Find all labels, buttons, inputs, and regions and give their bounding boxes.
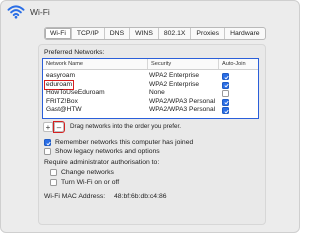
title-bar: Wi-Fi <box>1 1 299 23</box>
mac-address-value: 48:bf:6b:db:c4:86 <box>114 193 167 200</box>
tab-tcpip[interactable]: TCP/IP <box>72 28 105 39</box>
table-row[interactable]: HowToUseEduroam None <box>43 89 258 98</box>
tab-wins[interactable]: WINS <box>130 28 159 39</box>
checkmark-icon <box>223 75 229 79</box>
tab-wifi[interactable]: Wi-Fi <box>45 28 72 39</box>
remember-networks-label: Remember networks this computer has join… <box>55 139 194 146</box>
autojoin-checkbox[interactable] <box>222 73 229 80</box>
network-security: WPA2 Enterprise <box>149 72 200 79</box>
network-name: FRITZ!Box <box>46 97 78 105</box>
change-networks-option[interactable]: Change networks <box>50 168 114 177</box>
checkmark-icon <box>45 141 51 145</box>
legacy-networks-option[interactable]: Show legacy networks and options <box>44 147 160 156</box>
preferred-networks-table: Network Name Security Auto-Join easyroam… <box>42 58 259 119</box>
network-security: WPA2 Enterprise <box>149 80 200 88</box>
network-settings-window: Wi-Fi Wi-Fi TCP/IP DNS WINS 802.1X Proxi… <box>0 0 300 233</box>
network-name: easyroam <box>46 72 75 79</box>
network-security: WPA2/WPA3 Personal <box>149 106 216 113</box>
tab-hardware[interactable]: Hardware <box>225 28 264 39</box>
remember-networks-option[interactable]: Remember networks this computer has join… <box>44 138 193 147</box>
tab-8021x[interactable]: 802.1X <box>159 28 192 39</box>
change-networks-label: Change networks <box>61 169 114 176</box>
checkmark-icon <box>223 109 229 113</box>
autojoin-checkbox[interactable] <box>222 81 229 89</box>
table-header: Network Name Security Auto-Join <box>43 59 258 70</box>
change-networks-checkbox[interactable] <box>50 169 57 176</box>
network-name: Gast@HTW <box>46 106 82 113</box>
wifi-icon <box>7 5 25 19</box>
legacy-networks-checkbox[interactable] <box>44 148 51 155</box>
tab-dns[interactable]: DNS <box>105 28 131 39</box>
column-network-name[interactable]: Network Name <box>43 59 147 69</box>
column-security[interactable]: Security <box>147 59 218 69</box>
autojoin-checkbox[interactable] <box>222 107 229 114</box>
turn-wifi-checkbox[interactable] <box>50 179 57 186</box>
mac-address-label: Wi-Fi MAC Address: <box>44 193 106 200</box>
turn-wifi-label: Turn Wi-Fi on or off <box>61 179 120 186</box>
remove-network-button[interactable]: – <box>53 121 65 133</box>
autojoin-checkbox[interactable] <box>222 98 229 106</box>
table-row[interactable]: Gast@HTW WPA2/WPA3 Personal <box>43 106 258 115</box>
network-name: HowToUseEduroam <box>46 89 105 96</box>
network-security: WPA2/WPA3 Personal <box>149 97 216 105</box>
preferred-networks-heading: Preferred Networks: <box>44 49 105 56</box>
tab-bar: Wi-Fi TCP/IP DNS WINS 802.1X Proxies Har… <box>44 27 266 40</box>
network-security: None <box>149 89 165 96</box>
table-row[interactable]: easyroam WPA2 Enterprise <box>43 72 258 81</box>
autojoin-checkbox[interactable] <box>222 90 229 97</box>
column-auto-join[interactable]: Auto-Join <box>218 59 258 69</box>
remember-networks-checkbox[interactable] <box>44 139 51 146</box>
checkmark-icon <box>223 100 229 105</box>
network-name: eduroam <box>43 79 75 91</box>
checkmark-icon <box>223 83 229 88</box>
add-network-button[interactable]: + <box>43 122 53 132</box>
tab-proxies[interactable]: Proxies <box>191 28 226 39</box>
legacy-networks-label: Show legacy networks and options <box>55 148 160 155</box>
drag-hint-text: Drag networks into the order you prefer. <box>70 123 181 130</box>
turn-wifi-option[interactable]: Turn Wi-Fi on or off <box>50 178 119 187</box>
table-row[interactable]: FRITZ!Box WPA2/WPA3 Personal <box>43 98 258 107</box>
table-row[interactable]: eduroam WPA2 Enterprise <box>43 79 258 91</box>
window-title: Wi-Fi <box>30 7 50 17</box>
require-admin-heading: Require administrator authorisation to: <box>44 159 160 166</box>
